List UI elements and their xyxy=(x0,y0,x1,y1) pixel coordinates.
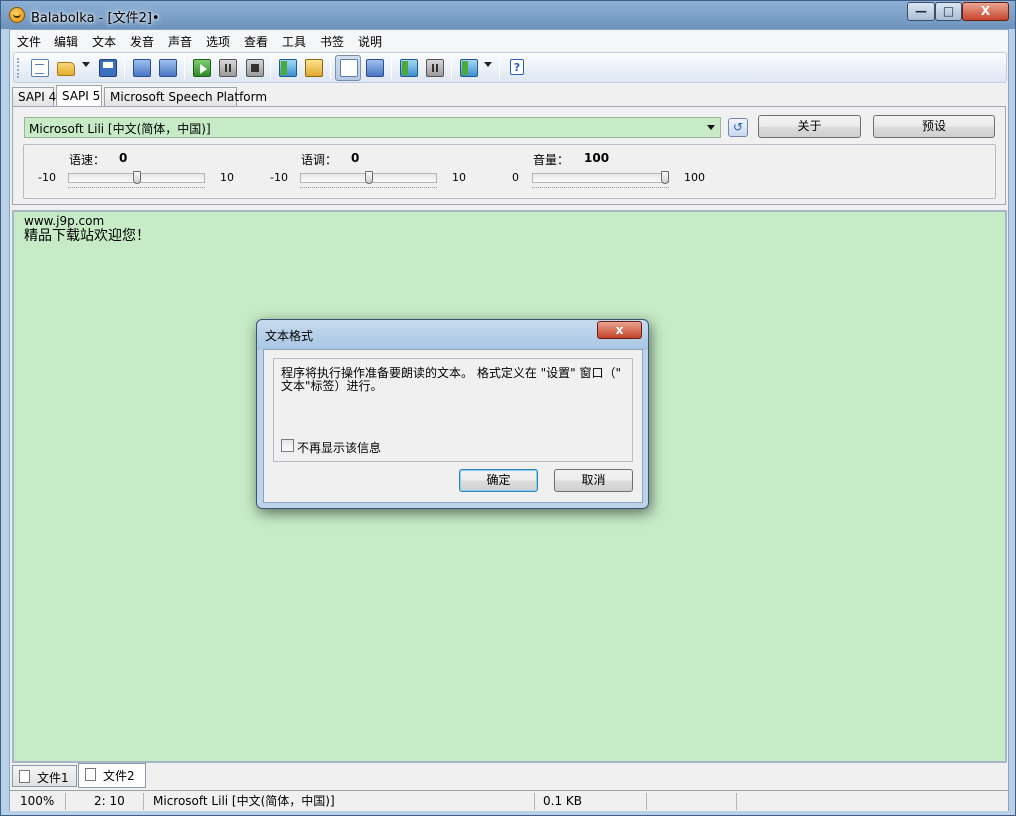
editor-line: 精品下载站欢迎您！ xyxy=(24,228,150,244)
pitch-value: 0 xyxy=(351,151,360,165)
pitch-slider-thumb[interactable] xyxy=(364,171,373,184)
pitch-slider-ticks xyxy=(300,187,437,190)
status-cursor-position: 2: 10 xyxy=(86,793,144,810)
ok-button[interactable]: 确定 xyxy=(459,469,538,492)
status-empty-cell xyxy=(737,793,997,810)
toolbar: ? xyxy=(13,52,1007,83)
volume-min: 0 xyxy=(512,171,519,184)
pitch-max: 10 xyxy=(452,171,466,184)
dont-show-again-label[interactable]: 不再显示该信息 xyxy=(297,439,381,456)
maximize-button[interactable]: □ xyxy=(935,2,962,21)
volume-slider-track[interactable] xyxy=(532,173,669,183)
text-format-dialog: 文本格式 x 程序将执行操作准备要朗读的文本。 格式定义在 "设置" 窗口（" … xyxy=(256,319,649,509)
rate-label: 语速： xyxy=(69,153,106,167)
window-title: Balabolka - [文件2]• xyxy=(31,11,160,26)
rate-min: -10 xyxy=(38,171,56,184)
document-tabs: 文件1 文件2 xyxy=(12,763,1007,789)
prev-bookmark-icon[interactable] xyxy=(400,59,418,77)
toolbar-separator xyxy=(184,57,185,79)
status-zoom: 100% xyxy=(12,793,66,810)
doc-tab-file2[interactable]: 文件2 xyxy=(78,763,146,788)
dialog-close-button[interactable]: x xyxy=(597,321,642,339)
next-bookmark-icon[interactable] xyxy=(426,59,444,77)
voice-settings-box: 语速： 0 -10 10 语调： 0 -10 10 音量： 100 0 100 xyxy=(23,144,996,199)
document-icon xyxy=(85,768,96,781)
voice-dropdown-arrow-icon[interactable] xyxy=(703,118,720,137)
status-file-size: 0.1 KB xyxy=(535,793,647,810)
about-button[interactable]: 关于 xyxy=(758,115,861,138)
save-icon[interactable] xyxy=(99,59,117,77)
minimize-button[interactable]: — xyxy=(907,2,935,21)
audio-dropdown-arrow-icon[interactable] xyxy=(484,62,492,67)
toolbar-separator xyxy=(451,57,452,79)
title-bar[interactable]: Balabolka - [文件2]• xyxy=(1,1,1015,29)
document-icon xyxy=(19,770,30,783)
stop-icon[interactable] xyxy=(246,59,264,77)
close-button[interactable]: X xyxy=(962,2,1009,21)
menu-edit[interactable]: 编辑 xyxy=(54,33,78,50)
menu-view[interactable]: 查看 xyxy=(244,33,268,50)
dont-show-again-checkbox[interactable] xyxy=(281,439,294,452)
dialog-message: 程序将执行操作准备要朗读的文本。 格式定义在 "设置" 窗口（" 文本"标签）进… xyxy=(281,366,622,393)
toolbar-separator xyxy=(124,57,125,79)
rate-max: 10 xyxy=(220,171,234,184)
balabolka-app-icon[interactable] xyxy=(9,7,25,23)
editor-line: www.j9p.com xyxy=(24,214,105,228)
new-document-icon[interactable] xyxy=(31,59,49,77)
doc-tab-label: 文件2 xyxy=(103,769,135,783)
dialog-body: 程序将执行操作准备要朗读的文本。 格式定义在 "设置" 窗口（" 文本"标签）进… xyxy=(263,349,643,503)
clipboard-watch-icon[interactable] xyxy=(340,59,358,77)
batch-convert-icon[interactable] xyxy=(159,59,177,77)
spell-check-icon[interactable] xyxy=(366,59,384,77)
toolbar-separator xyxy=(330,57,331,79)
pause-icon[interactable] xyxy=(219,59,237,77)
tab-sapi4[interactable]: SAPI 4 xyxy=(12,87,56,107)
menu-bar: 文件 编辑 文本 发音 声音 选项 查看 工具 书签 说明 xyxy=(10,30,1008,51)
cancel-button[interactable]: 取消 xyxy=(554,469,633,492)
menu-file[interactable]: 文件 xyxy=(17,33,41,50)
rate-value: 0 xyxy=(119,151,128,165)
status-voice: Microsoft Lili [中文(简体，中国)] xyxy=(145,793,535,810)
pitch-min: -10 xyxy=(270,171,288,184)
read-clipboard-icon[interactable] xyxy=(279,59,297,77)
status-empty-cell xyxy=(647,793,737,810)
refresh-voices-button[interactable]: ↺ xyxy=(728,118,748,137)
pitch-label: 语调： xyxy=(301,153,338,167)
menu-voice[interactable]: 声音 xyxy=(168,33,192,50)
rate-slider-thumb[interactable] xyxy=(132,171,141,184)
menu-help[interactable]: 说明 xyxy=(358,33,382,50)
menu-text[interactable]: 文本 xyxy=(92,33,116,50)
save-audio-icon[interactable] xyxy=(133,59,151,77)
text-to-audio-icon[interactable] xyxy=(460,59,478,77)
voice-select[interactable]: Microsoft Lili [中文(简体，中国)] xyxy=(24,117,721,138)
toolbar-separator xyxy=(499,57,500,79)
menu-pronunciation[interactable]: 发音 xyxy=(130,33,154,50)
read-file-icon[interactable] xyxy=(305,59,323,77)
volume-label: 音量： xyxy=(533,153,570,167)
preset-button[interactable]: 预设 xyxy=(873,115,995,138)
engine-panel: Microsoft Lili [中文(简体，中国)] ↺ 关于 预设 语速： 0… xyxy=(12,106,1006,205)
menu-bookmarks[interactable]: 书签 xyxy=(320,33,344,50)
rate-slider-ticks xyxy=(68,187,205,190)
volume-slider-thumb[interactable] xyxy=(661,171,669,184)
open-folder-icon[interactable] xyxy=(57,62,75,76)
menu-options[interactable]: 选项 xyxy=(206,33,230,50)
doc-tab-file1[interactable]: 文件1 xyxy=(12,765,77,787)
volume-slider-ticks xyxy=(532,187,669,190)
tab-sapi5[interactable]: SAPI 5 xyxy=(56,85,102,108)
tab-ms-speech-platform[interactable]: Microsoft Speech Platform xyxy=(104,87,267,107)
play-icon[interactable] xyxy=(193,59,211,77)
toolbar-separator xyxy=(270,57,271,79)
toolbar-separator xyxy=(391,57,392,79)
status-bar: 100% 2: 10 Microsoft Lili [中文(简体，中国)] 0.… xyxy=(10,790,1008,811)
volume-value: 100 xyxy=(584,151,610,165)
open-dropdown-arrow-icon[interactable] xyxy=(82,62,90,67)
menu-tools[interactable]: 工具 xyxy=(282,33,306,50)
dialog-title: 文本格式 xyxy=(265,329,314,343)
dialog-message-box: 程序将执行操作准备要朗读的文本。 格式定义在 "设置" 窗口（" 文本"标签）进… xyxy=(273,358,633,462)
toolbar-grip[interactable] xyxy=(17,58,20,78)
volume-max: 100 xyxy=(684,171,705,184)
help-icon[interactable]: ? xyxy=(510,59,524,75)
doc-tab-label: 文件1 xyxy=(37,771,69,785)
